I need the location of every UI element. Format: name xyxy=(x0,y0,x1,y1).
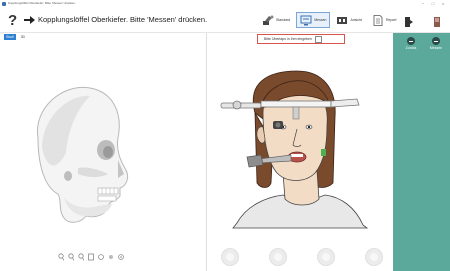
zoom-in-icon[interactable] xyxy=(58,253,64,261)
standard-button[interactable]: Standard xyxy=(258,12,294,28)
measure-button-label: Messen xyxy=(314,18,327,22)
back-button-label: Zurück xyxy=(405,46,417,50)
overlay-toggle[interactable]: Bitte Überlaps in Ihm eingeben xyxy=(257,34,345,44)
device-icon[interactable] xyxy=(432,16,442,28)
view-controls xyxy=(58,253,124,261)
view-button[interactable]: Ansicht xyxy=(332,12,365,28)
step-button-1[interactable] xyxy=(221,248,239,266)
view-tabs: Skull 3D xyxy=(4,34,27,40)
zoom-fit-icon[interactable] xyxy=(78,253,84,261)
pan-icon[interactable] xyxy=(98,253,104,261)
overlay-toggle-label: Bitte Überlaps in Ihm eingeben xyxy=(264,37,312,41)
window-title: Kopplungslöffel Oberkiefer: Bitte 'Messe… xyxy=(8,1,76,5)
measure-icon xyxy=(300,15,312,25)
side-panel: Zurück Messen xyxy=(393,33,450,271)
step-button-4[interactable] xyxy=(365,248,383,266)
tools-icon xyxy=(263,15,274,25)
skull-model[interactable] xyxy=(28,78,136,238)
close-button[interactable]: × xyxy=(438,1,448,7)
rotate-icon[interactable] xyxy=(88,253,94,261)
tab-skull[interactable]: Skull xyxy=(4,34,16,40)
skull-view-pane[interactable]: Skull 3D xyxy=(0,33,206,271)
settings-icon[interactable] xyxy=(118,253,124,261)
patient-illustration xyxy=(220,70,369,229)
instruction-text: Kopplungslöffel Oberkiefer. Bitte 'Messe… xyxy=(38,15,208,24)
minus-circle-icon xyxy=(432,37,440,45)
report-button-label: Report xyxy=(385,18,397,22)
toolbar: Standard Messen Ansicht Report xyxy=(258,12,400,28)
zoom-out-icon[interactable] xyxy=(68,253,74,261)
view-button-label: Ansicht xyxy=(350,18,362,22)
minimize-button[interactable]: − xyxy=(418,1,428,7)
overlay-checkbox[interactable] xyxy=(314,35,322,43)
measure-side-button-label: Messen xyxy=(429,46,443,50)
minus-circle-icon xyxy=(407,37,415,45)
measure-button[interactable]: Messen xyxy=(296,12,331,28)
back-button[interactable]: Zurück xyxy=(401,37,421,50)
patient-view-pane: Bitte Überlaps in Ihm eingeben xyxy=(207,33,393,271)
tab-3d[interactable]: 3D xyxy=(19,34,27,40)
import-icon[interactable] xyxy=(404,16,414,28)
measure-side-button[interactable]: Messen xyxy=(426,37,446,50)
app-icon xyxy=(2,2,6,6)
view-icon xyxy=(337,16,348,24)
step-button-2[interactable] xyxy=(269,248,287,266)
standard-button-label: Standard xyxy=(276,18,291,22)
reset-icon[interactable] xyxy=(108,253,114,261)
report-icon xyxy=(373,14,383,26)
header-bar: ? Kopplungslöffel Oberkiefer. Bitte 'Mes… xyxy=(0,8,450,33)
step-button-3[interactable] xyxy=(317,248,335,266)
report-button[interactable]: Report xyxy=(368,12,401,28)
help-icon[interactable]: ? xyxy=(8,12,17,29)
maximize-button[interactable]: □ xyxy=(428,1,438,7)
arrow-right-icon xyxy=(24,16,35,24)
